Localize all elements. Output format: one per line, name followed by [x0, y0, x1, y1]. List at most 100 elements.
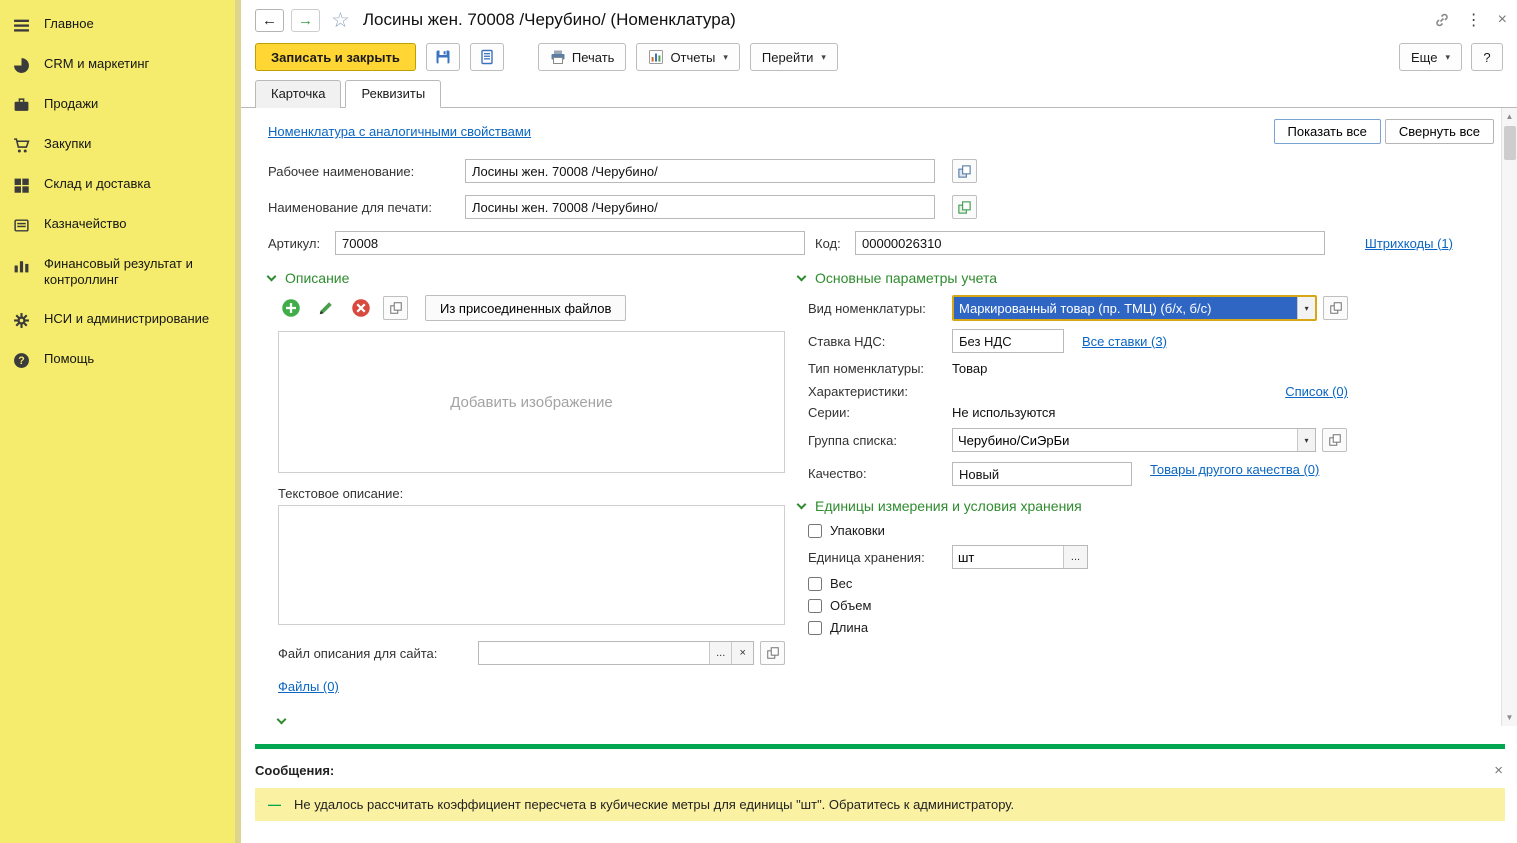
- vat-input[interactable]: [952, 329, 1064, 353]
- params-section-header[interactable]: Основные параметры учета: [798, 270, 1348, 286]
- warning-message-text: Не удалось рассчитать коэффициент пересч…: [294, 797, 1014, 812]
- help-button[interactable]: ?: [1471, 43, 1503, 71]
- floppy-icon: [435, 49, 451, 65]
- chevron-down-icon: [797, 272, 807, 282]
- scroll-down-icon[interactable]: ▼: [1506, 711, 1514, 726]
- quality-input[interactable]: [952, 462, 1132, 486]
- message-dash-icon: —: [268, 797, 281, 812]
- storage-unit-input[interactable]: [953, 546, 1063, 568]
- packages-checkbox[interactable]: [808, 524, 822, 538]
- sidebar-item-sales[interactable]: Продажи: [0, 85, 235, 125]
- save-button[interactable]: [426, 43, 460, 71]
- params-section: Основные параметры учета Вид номенклатур…: [798, 270, 1348, 726]
- add-image-button[interactable]: [278, 296, 304, 320]
- remove-circle-icon: [351, 298, 371, 318]
- sidebar-item-help[interactable]: ? Помощь: [0, 340, 235, 380]
- all-vat-rates-link[interactable]: Все ставки (3): [1082, 334, 1167, 349]
- clear-file-button[interactable]: ×: [731, 642, 753, 664]
- group-combobox: ▾: [952, 428, 1316, 452]
- tab-requisites[interactable]: Реквизиты: [345, 80, 441, 108]
- length-checkbox[interactable]: [808, 621, 822, 635]
- field-row-group: Группа списка: ▾: [798, 428, 1348, 452]
- other-quality-goods-link[interactable]: Товары другого качества (0): [1150, 462, 1335, 479]
- collapse-all-button[interactable]: Свернуть все: [1385, 119, 1494, 144]
- forward-button[interactable]: →: [291, 9, 320, 32]
- back-button[interactable]: ←: [255, 9, 284, 32]
- field-row-kind: Вид номенклатуры: Маркированный товар (п…: [798, 295, 1348, 321]
- description-section-header[interactable]: Описание: [268, 270, 785, 286]
- units-section-header[interactable]: Единицы измерения и условия хранения: [798, 498, 1348, 514]
- choose-file-button[interactable]: ...: [709, 642, 731, 664]
- window-menu-icon[interactable]: ⋮: [1466, 10, 1482, 30]
- scroll-up-icon[interactable]: ▲: [1506, 108, 1514, 123]
- product-image-placeholder[interactable]: Добавить изображение: [278, 331, 785, 473]
- sidebar-item-main[interactable]: Главное: [0, 5, 235, 45]
- copy-from-working-name-button[interactable]: [952, 195, 977, 219]
- warning-message[interactable]: — Не удалось рассчитать коэффициент пере…: [255, 788, 1505, 821]
- briefcase-icon: [13, 97, 30, 114]
- barcodes-link[interactable]: Штрихкоды (1): [1365, 236, 1453, 251]
- goto-button[interactable]: Перейти ▾: [750, 43, 838, 71]
- quality-label: Качество:: [808, 466, 952, 481]
- sidebar-item-administration[interactable]: НСИ и администрирование: [0, 300, 235, 340]
- delete-image-button[interactable]: [348, 296, 374, 320]
- characteristics-list-link[interactable]: Список (0): [1285, 384, 1348, 399]
- crm-pie-icon: [13, 57, 30, 74]
- edit-image-button[interactable]: [313, 296, 339, 320]
- type-label: Тип номенклатуры:: [808, 361, 952, 376]
- fill-print-name-button[interactable]: [952, 159, 977, 183]
- chevron-down-icon: [267, 272, 277, 282]
- dropdown-arrow-icon[interactable]: ▾: [1297, 297, 1315, 319]
- copy-icon: [1328, 433, 1342, 447]
- article-input[interactable]: [335, 231, 805, 255]
- form-tabs: Карточка Реквизиты: [241, 80, 1517, 108]
- text-description-input[interactable]: [278, 505, 785, 625]
- open-group-button[interactable]: [1322, 428, 1347, 452]
- sidebar-item-purchases[interactable]: Закупки: [0, 125, 235, 165]
- field-row-type: Тип номенклатуры: Товар: [798, 361, 1348, 376]
- sidebar-item-warehouse[interactable]: Склад и доставка: [0, 165, 235, 205]
- volume-checkbox[interactable]: [808, 599, 822, 613]
- get-link-icon[interactable]: [1434, 12, 1450, 28]
- from-attached-files-button[interactable]: Из присоединенных файлов: [425, 295, 626, 321]
- printer-icon: [550, 49, 566, 65]
- open-kind-button[interactable]: [1323, 296, 1348, 320]
- scrollbar-thumb[interactable]: [1504, 126, 1516, 160]
- files-link[interactable]: Файлы (0): [278, 679, 339, 694]
- volume-checkbox-row: Объем: [808, 598, 1348, 613]
- weight-checkbox[interactable]: [808, 577, 822, 591]
- group-input[interactable]: [953, 429, 1297, 451]
- sidebar-item-label: Главное: [44, 16, 94, 32]
- print-button[interactable]: Печать: [538, 43, 627, 71]
- vertical-scrollbar[interactable]: ▲ ▼: [1501, 108, 1517, 726]
- code-input[interactable]: [855, 231, 1325, 255]
- sidebar-item-treasury[interactable]: Казначейство: [0, 205, 235, 245]
- site-file-input[interactable]: [479, 642, 709, 664]
- reports-button[interactable]: Отчеты ▾: [636, 43, 739, 71]
- copy-image-button[interactable]: [383, 296, 408, 320]
- register-records-button[interactable]: [470, 43, 504, 71]
- favorite-star-icon[interactable]: ☆: [331, 8, 350, 33]
- similar-nomenclature-link[interactable]: Номенклатура с аналогичными свойствами: [268, 124, 531, 139]
- hamburger-icon: [13, 17, 30, 34]
- bar-chart-icon: [13, 257, 30, 274]
- close-icon[interactable]: ×: [1498, 11, 1507, 29]
- tab-card[interactable]: Карточка: [255, 80, 341, 108]
- open-file-button[interactable]: [760, 641, 785, 665]
- packages-label: Упаковки: [830, 523, 885, 538]
- dropdown-arrow-icon[interactable]: ▾: [1297, 429, 1315, 451]
- sidebar-item-financial-result[interactable]: Финансовый результат и контроллинг: [0, 245, 235, 300]
- working-name-input[interactable]: [465, 159, 935, 183]
- next-section-chevron[interactable]: [278, 711, 785, 726]
- show-all-button[interactable]: Показать все: [1274, 119, 1381, 144]
- kind-combobox[interactable]: Маркированный товар (пр. ТМЦ) (б/х, б/с)…: [952, 295, 1317, 321]
- close-messages-icon[interactable]: ×: [1494, 762, 1503, 779]
- choose-unit-button[interactable]: ...: [1063, 546, 1087, 568]
- weight-checkbox-row: Вес: [808, 576, 1348, 591]
- text-description-label: Текстовое описание:: [278, 486, 785, 501]
- copy-icon: [1329, 301, 1343, 315]
- print-name-input[interactable]: [465, 195, 935, 219]
- save-close-button[interactable]: Записать и закрыть: [255, 43, 416, 71]
- sidebar-item-crm[interactable]: CRM и маркетинг: [0, 45, 235, 85]
- more-button[interactable]: Еще ▾: [1399, 43, 1462, 71]
